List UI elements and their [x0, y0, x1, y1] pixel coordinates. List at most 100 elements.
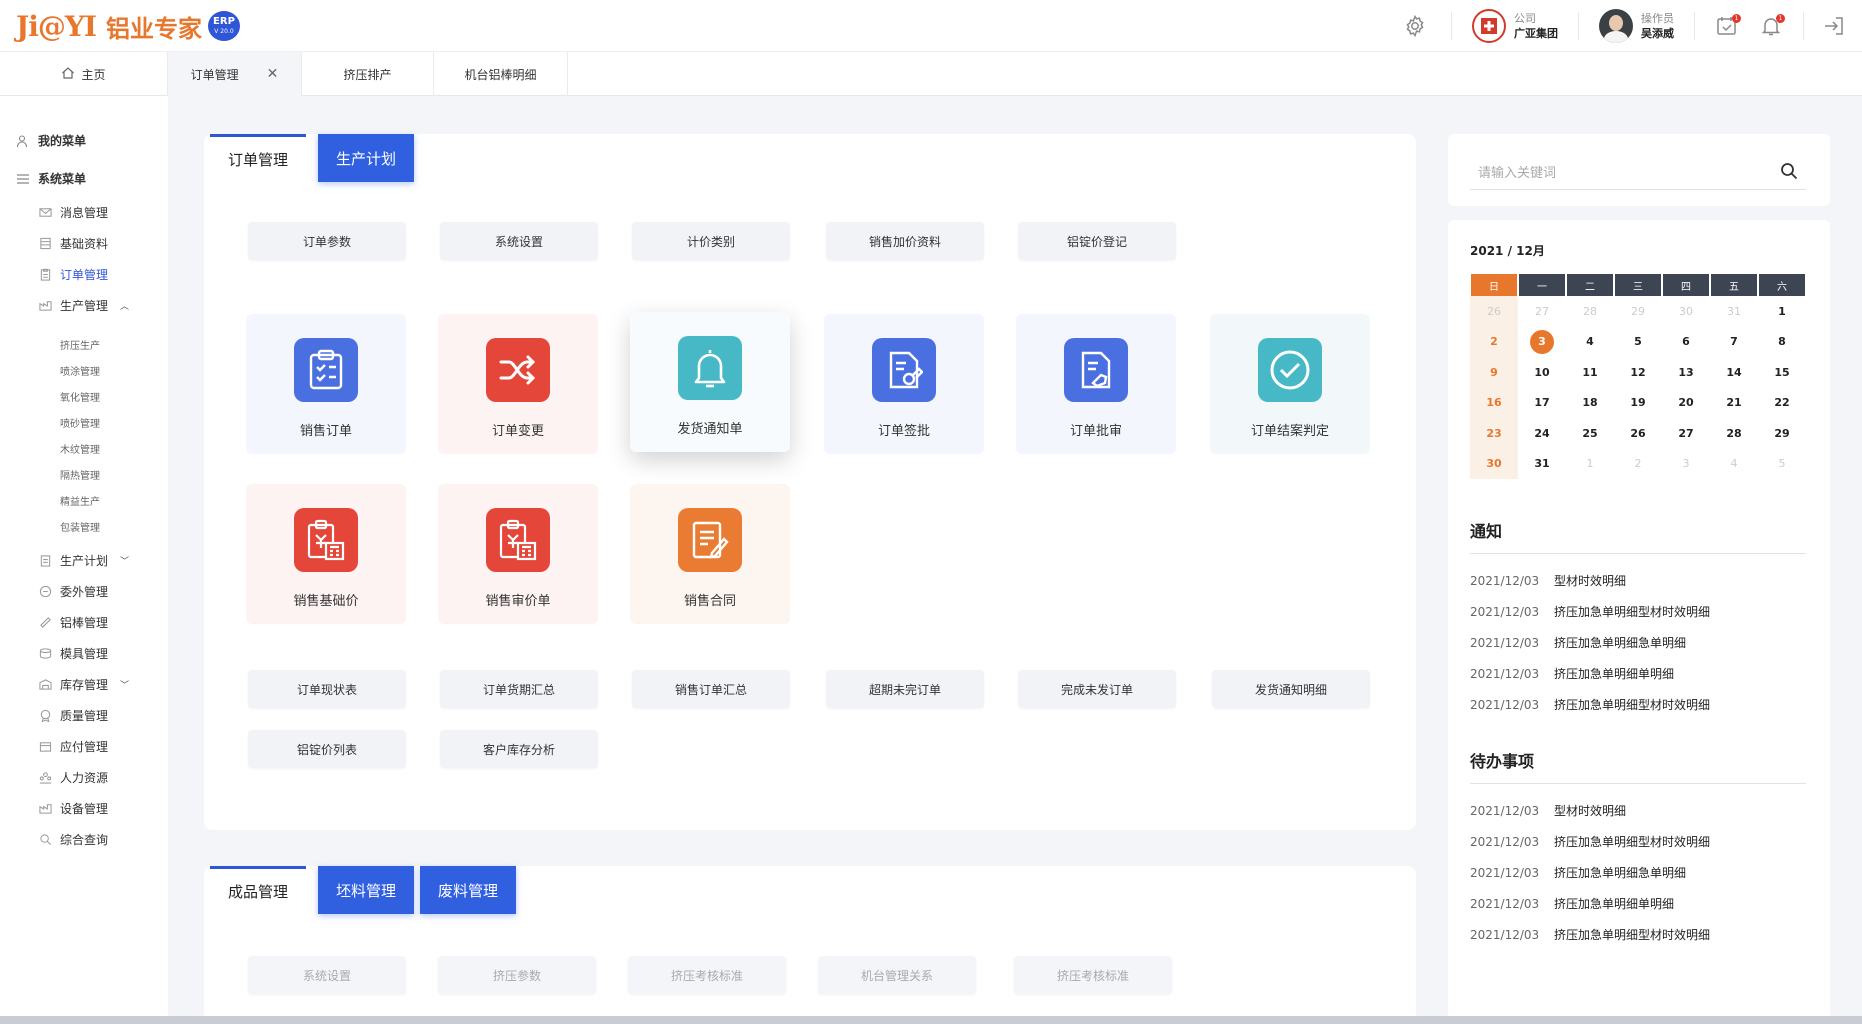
- card-order-signoff[interactable]: 订单签批: [824, 314, 984, 454]
- calendar-check-icon[interactable]: 1: [1713, 12, 1741, 40]
- calendar-day[interactable]: 7: [1710, 327, 1758, 358]
- chip-sales-markup[interactable]: 销售加价资料: [826, 222, 984, 260]
- calendar-day[interactable]: 6: [1662, 327, 1710, 358]
- calendar-day[interactable]: 13: [1662, 357, 1710, 388]
- chip-completed-unshipped[interactable]: 完成未发订单: [1018, 670, 1176, 708]
- company-switcher[interactable]: 公司 广亚集团: [1452, 9, 1578, 43]
- tab-order-management[interactable]: 订单管理 ✕: [168, 52, 302, 96]
- logout-icon[interactable]: [1820, 12, 1848, 40]
- calendar-day[interactable]: 30: [1470, 448, 1518, 479]
- bell-icon[interactable]: 1: [1757, 12, 1785, 40]
- chip-order-delivery-summary[interactable]: 订单货期汇总: [440, 670, 598, 708]
- chip-ingot-price-list[interactable]: 铝锭价列表: [248, 730, 406, 768]
- card-delivery-notice[interactable]: 发货通知单: [630, 312, 790, 452]
- card-sales-base-price[interactable]: 销售基础价: [246, 484, 406, 624]
- calendar-day[interactable]: 26: [1470, 296, 1518, 327]
- sidebar-sub-item[interactable]: 喷砂管理: [60, 415, 100, 430]
- bottom-scrollbar[interactable]: [0, 1016, 1862, 1024]
- sidebar-item-messages[interactable]: 消息管理: [38, 204, 108, 221]
- chip-ingot-price-register[interactable]: 铝锭价登记: [1018, 222, 1176, 260]
- list-item[interactable]: 2021/12/03 挤压加急单明细型材时效明细: [1470, 689, 1810, 720]
- close-icon[interactable]: ✕: [267, 66, 279, 82]
- calendar-day[interactable]: 30: [1662, 296, 1710, 327]
- list-item[interactable]: 2021/12/03 挤压加急单明细急单明细: [1470, 857, 1810, 888]
- calendar-day[interactable]: 2: [1470, 326, 1518, 357]
- sidebar-item-basic-data[interactable]: 基础资料: [38, 235, 108, 252]
- tab-scrap-management[interactable]: 废料管理: [420, 866, 517, 914]
- calendar-day[interactable]: 9: [1470, 357, 1518, 388]
- calendar-day[interactable]: 16: [1470, 387, 1518, 418]
- gear-icon[interactable]: [1401, 12, 1429, 40]
- card-sales-contract[interactable]: 销售合同: [630, 484, 790, 624]
- calendar-day[interactable]: 22: [1758, 388, 1806, 419]
- tab-order-management[interactable]: 订单管理: [210, 134, 307, 182]
- sidebar-sub-item[interactable]: 包装管理: [60, 519, 100, 534]
- sidebar-sub-item[interactable]: 木纹管理: [60, 441, 100, 456]
- chip-sales-order-summary[interactable]: 销售订单汇总: [632, 670, 790, 708]
- chip-order-params[interactable]: 订单参数: [248, 222, 406, 260]
- list-item[interactable]: 2021/12/03 挤压加急单明细急单明细: [1470, 627, 1810, 658]
- sidebar-system-menu[interactable]: 系统菜单: [16, 170, 86, 187]
- chip-extrusion-standard[interactable]: 挤压考核标准: [628, 956, 786, 994]
- sidebar-item-payables[interactable]: 应付管理: [38, 738, 108, 755]
- sidebar-sub-item[interactable]: 挤压生产: [60, 337, 100, 352]
- list-item[interactable]: 2021/12/03 型材时效明细: [1470, 565, 1810, 596]
- calendar-day[interactable]: 31: [1518, 449, 1566, 480]
- calendar-day[interactable]: 28: [1566, 296, 1614, 327]
- calendar-day[interactable]: 8: [1758, 327, 1806, 358]
- sidebar-sub-item[interactable]: 氧化管理: [60, 389, 100, 404]
- chip-system-settings[interactable]: 系统设置: [248, 956, 406, 994]
- sidebar-item-hr[interactable]: 人力资源: [38, 769, 108, 786]
- calendar-day[interactable]: 2: [1614, 449, 1662, 480]
- sidebar-item-outsourcing[interactable]: 委外管理: [38, 583, 108, 600]
- calendar-day[interactable]: 31: [1710, 296, 1758, 327]
- card-sales-price-review[interactable]: 销售审价单: [438, 484, 598, 624]
- calendar-day[interactable]: 14: [1710, 357, 1758, 388]
- calendar-day[interactable]: 24: [1518, 418, 1566, 449]
- calendar-day[interactable]: 1: [1758, 296, 1806, 327]
- chevron-down-icon[interactable]: ﹀: [120, 678, 129, 691]
- calendar-day[interactable]: 28: [1710, 418, 1758, 449]
- calendar-day[interactable]: 18: [1566, 388, 1614, 419]
- sidebar-item-inventory[interactable]: 库存管理 ﹀: [38, 676, 129, 693]
- sidebar-my-menu[interactable]: 我的菜单: [16, 132, 86, 149]
- tab-production-plan[interactable]: 生产计划: [318, 134, 415, 182]
- calendar-day[interactable]: 4: [1566, 327, 1614, 358]
- calendar-day[interactable]: 26: [1614, 418, 1662, 449]
- calendar-day[interactable]: 17: [1518, 388, 1566, 419]
- sidebar-sub-item[interactable]: 精益生产: [60, 493, 100, 508]
- calendar-day[interactable]: 5: [1614, 327, 1662, 358]
- calendar-day[interactable]: 5: [1758, 449, 1806, 480]
- sidebar-item-molds[interactable]: 模具管理: [38, 645, 108, 662]
- calendar-day[interactable]: 20: [1662, 388, 1710, 419]
- card-order-change[interactable]: 订单变更: [438, 314, 598, 454]
- calendar-day[interactable]: 1: [1566, 449, 1614, 480]
- chip-system-settings[interactable]: 系统设置: [440, 222, 598, 260]
- sidebar-item-query[interactable]: 综合查询: [38, 831, 108, 848]
- calendar-day[interactable]: 10: [1518, 357, 1566, 388]
- calendar-day[interactable]: 27: [1662, 418, 1710, 449]
- card-order-review[interactable]: 订单批审: [1016, 314, 1176, 454]
- calendar-day[interactable]: 3: [1518, 327, 1566, 358]
- list-item[interactable]: 2021/12/03 挤压加急单明细单明细: [1470, 888, 1810, 919]
- tab-finished-goods[interactable]: 成品管理: [210, 866, 307, 914]
- chip-order-status-report[interactable]: 订单现状表: [248, 670, 406, 708]
- calendar-day[interactable]: 4: [1710, 449, 1758, 480]
- chip-machine-relation[interactable]: 机台管理关系: [818, 956, 976, 994]
- calendar-day[interactable]: 27: [1518, 296, 1566, 327]
- sidebar-item-quality[interactable]: 质量管理: [38, 707, 108, 724]
- calendar-day[interactable]: 3: [1662, 449, 1710, 480]
- list-item[interactable]: 2021/12/03 挤压加急单明细型材时效明细: [1470, 826, 1810, 857]
- calendar-day[interactable]: 15: [1758, 357, 1806, 388]
- tab-extrusion-scheduling[interactable]: 挤压排产: [302, 52, 434, 96]
- chip-overdue-orders[interactable]: 超期未完订单: [826, 670, 984, 708]
- chip-pricing-category[interactable]: 计价类别: [632, 222, 790, 260]
- calendar-day[interactable]: 11: [1566, 357, 1614, 388]
- list-item[interactable]: 2021/12/03 型材时效明细: [1470, 795, 1810, 826]
- calendar-day[interactable]: 21: [1710, 388, 1758, 419]
- search-icon[interactable]: [1780, 162, 1798, 184]
- chevron-down-icon[interactable]: ﹀: [120, 554, 129, 567]
- calendar-day[interactable]: 25: [1566, 418, 1614, 449]
- sidebar-item-aluminum-rod[interactable]: 铝棒管理: [38, 614, 108, 631]
- list-item[interactable]: 2021/12/03 挤压加急单明细型材时效明细: [1470, 596, 1810, 627]
